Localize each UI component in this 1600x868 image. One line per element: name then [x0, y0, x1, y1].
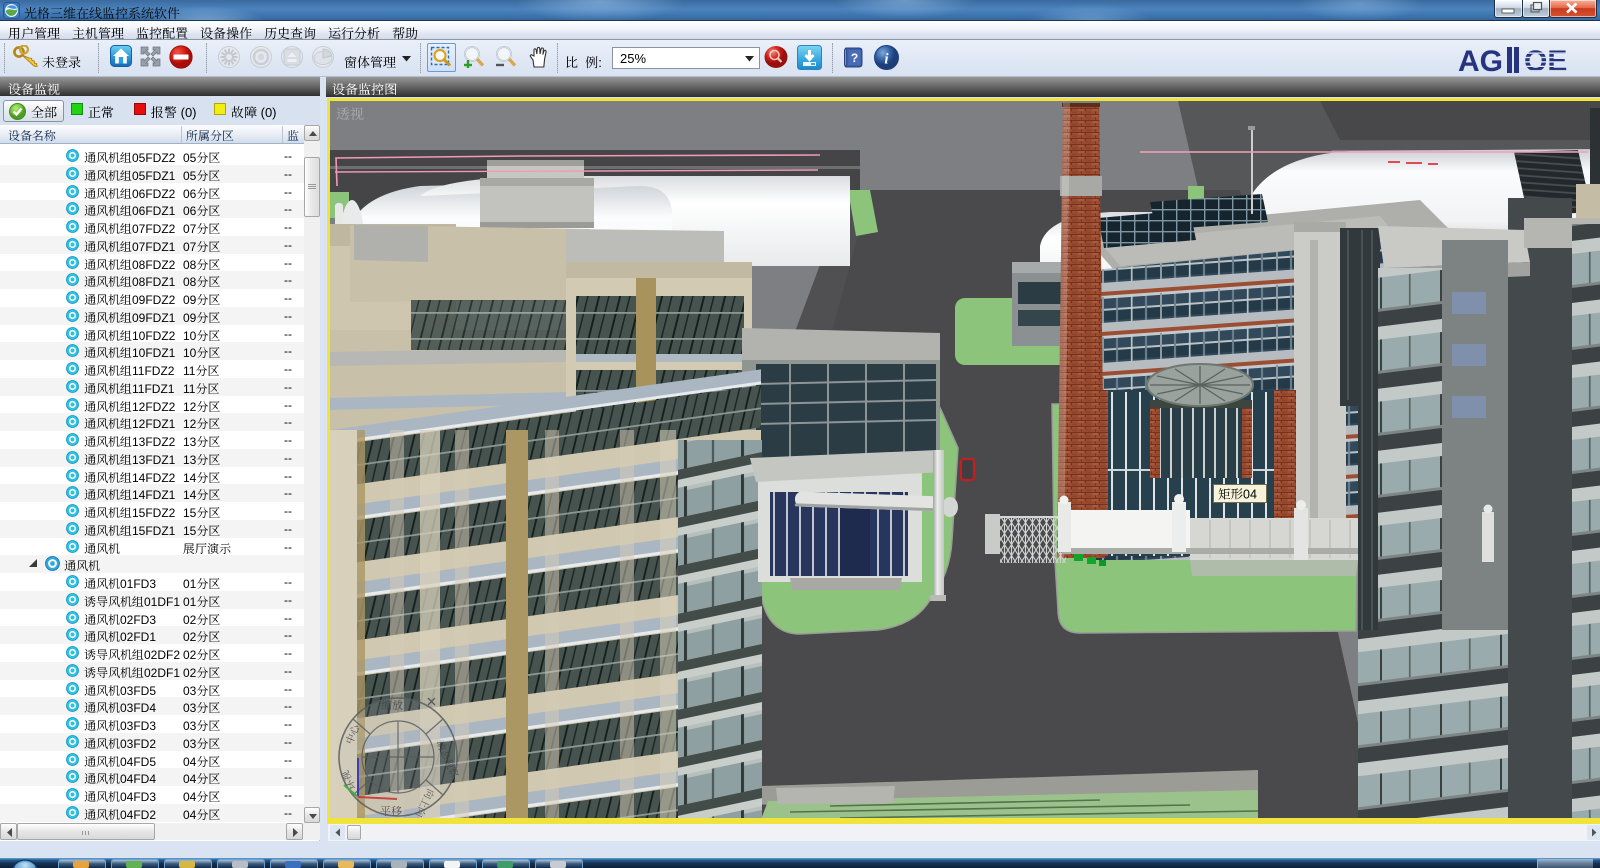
svg-text:平移: 平移	[380, 805, 402, 818]
svg-text:AG: AG	[1458, 45, 1503, 75]
svg-text:缩放: 缩放	[381, 699, 403, 712]
svg-text:透视: 透视	[336, 106, 364, 122]
svg-text:OE: OE	[1524, 45, 1567, 75]
svg-text:?: ?	[851, 51, 858, 65]
svg-text:矩形04: 矩形04	[1218, 488, 1257, 502]
